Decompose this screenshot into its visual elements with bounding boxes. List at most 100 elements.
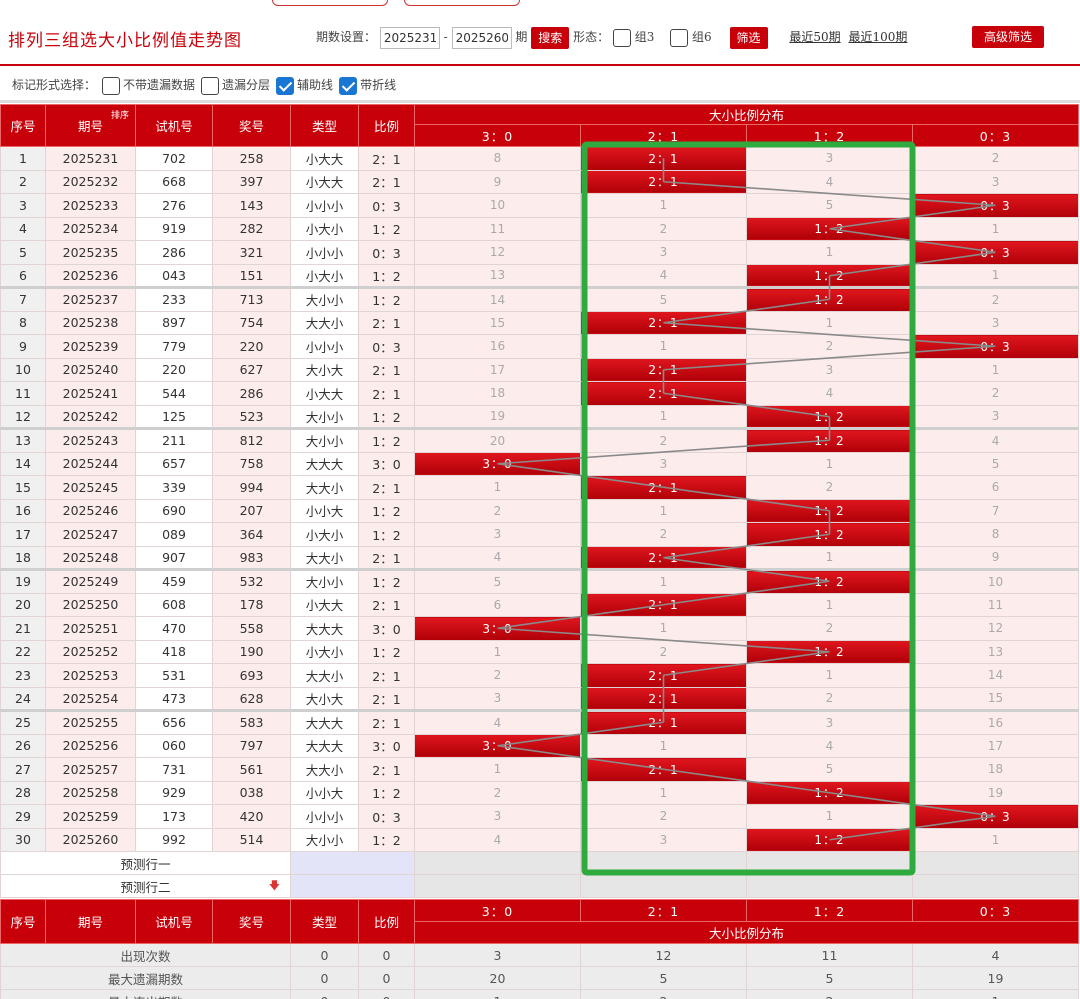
miss-count-cell: 9 (414, 169, 581, 194)
header-distribution: 大小比例分布 (413, 104, 1080, 125)
row-prize: 561 (212, 757, 291, 782)
row-index: 8 (0, 310, 46, 335)
footer-col-30: 3：0 (414, 899, 581, 922)
row-index: 16 (0, 498, 46, 523)
recent50-link[interactable]: 最近50期 (789, 30, 840, 44)
row-type: 小大大 (290, 146, 359, 171)
table-row: 30 2025260 992 514 大小小 1：2 4 3 1：2 1 (0, 827, 1080, 852)
filter-button[interactable]: 筛选 (729, 26, 768, 49)
miss-count-cell: 5 (580, 286, 747, 312)
option-no-miss-checkbox[interactable] (102, 76, 121, 95)
predict-input-cell[interactable] (290, 851, 415, 875)
predict-input-cell[interactable] (290, 874, 415, 898)
predict-cell[interactable] (746, 851, 913, 875)
footer-col-03: 0：3 (912, 899, 1079, 922)
row-type: 大大大 (290, 451, 359, 476)
ratio-hit-cell: 1：2 (746, 827, 913, 852)
group3-checkbox[interactable] (612, 28, 631, 47)
option-guide-checkbox[interactable] (276, 76, 295, 95)
row-ratio: 0：3 (358, 334, 415, 359)
row-index: 1 (0, 146, 46, 171)
header-col-21: 2：1 (580, 124, 747, 147)
miss-count-cell: 18 (414, 381, 581, 406)
table-row: 5 2025235 286 321 小小小 0：3 12 3 1 0：3 (0, 240, 1080, 265)
footer-prize: 奖号 (212, 899, 291, 944)
row-period: 2025252 (45, 639, 136, 664)
row-trial: 657 (135, 451, 213, 476)
row-prize: 532 (212, 568, 291, 594)
predict-cell[interactable] (414, 874, 581, 898)
row-type: 小大小 (290, 216, 359, 241)
row-prize: 628 (212, 686, 291, 711)
row-trial: 897 (135, 310, 213, 335)
row-trial: 211 (135, 427, 213, 453)
period-suffix: 期 (515, 30, 528, 44)
predict-cell[interactable] (414, 851, 581, 875)
row-trial: 220 (135, 357, 213, 382)
predict-row-label[interactable]: 预测行二 🡇 (0, 874, 291, 898)
stats-cell: 2 (746, 989, 913, 999)
row-index: 15 (0, 475, 46, 500)
row-prize: 038 (212, 780, 291, 805)
miss-count-cell: 1 (580, 568, 747, 594)
ratio-hit-cell: 2：1 (580, 545, 747, 570)
row-ratio: 1：2 (358, 639, 415, 664)
predict-row-label[interactable]: 预测行一 (0, 851, 291, 875)
table-row: 23 2025253 531 693 大大小 2：1 2 2：1 1 14 (0, 663, 1080, 688)
miss-count-cell: 3 (414, 804, 581, 829)
top-tab-1[interactable] (272, 0, 388, 6)
predict-cell[interactable] (580, 874, 747, 898)
period-to-input[interactable] (451, 26, 512, 49)
row-prize: 713 (212, 286, 291, 312)
row-prize: 220 (212, 334, 291, 359)
row-period: 2025255 (45, 709, 136, 735)
top-tab-2[interactable] (404, 0, 520, 6)
miss-count-cell: 2 (911, 381, 1080, 406)
miss-count-cell: 2 (911, 286, 1080, 312)
arrow-down-icon[interactable]: 🡇 (269, 877, 280, 896)
row-trial: 702 (135, 146, 213, 171)
miss-count-cell: 3 (911, 169, 1080, 194)
predict-cell[interactable] (746, 874, 913, 898)
sort-icon[interactable]: 排序 (111, 111, 129, 121)
miss-count-cell: 1 (580, 193, 747, 218)
row-prize: 286 (212, 381, 291, 406)
row-trial: 473 (135, 686, 213, 711)
miss-count-cell: 2 (414, 663, 581, 688)
miss-count-cell: 3 (911, 404, 1080, 429)
row-trial: 992 (135, 827, 213, 852)
predict-cell[interactable] (911, 851, 1080, 875)
predict-cell[interactable] (580, 851, 747, 875)
miss-count-cell: 10 (414, 193, 581, 218)
miss-count-cell: 19 (911, 780, 1080, 805)
table-row: 18 2025248 907 983 大大小 2：1 4 2：1 1 9 (0, 545, 1080, 570)
group6-checkbox[interactable] (670, 28, 689, 47)
ratio-hit-cell: 2：1 (580, 663, 747, 688)
ratio-hit-cell: 0：3 (911, 240, 1080, 265)
miss-count-cell: 2 (746, 334, 913, 359)
option-layer-checkbox[interactable] (201, 76, 220, 95)
header-period[interactable]: 期号 排序 (45, 104, 136, 147)
search-button[interactable]: 搜索 (531, 26, 570, 49)
row-prize: 558 (212, 616, 291, 641)
stats-cell: 3 (414, 943, 581, 967)
row-trial: 656 (135, 709, 213, 735)
advanced-filter-button[interactable]: 高级筛选 (972, 26, 1045, 48)
row-type: 小大大 (290, 381, 359, 406)
footer-distribution: 大小比例分布 (414, 921, 1079, 944)
option-line-checkbox[interactable] (339, 76, 358, 95)
row-trial: 779 (135, 334, 213, 359)
ratio-hit-cell: 0：3 (911, 334, 1080, 359)
row-trial: 668 (135, 169, 213, 194)
row-ratio: 1：2 (358, 286, 415, 312)
row-trial: 731 (135, 757, 213, 782)
table-row: 21 2025251 470 558 大大大 3：0 3：0 1 2 12 (0, 616, 1080, 641)
ratio-hit-cell: 1：2 (746, 216, 913, 241)
row-ratio: 1：2 (358, 427, 415, 453)
row-type: 小小小 (290, 240, 359, 265)
period-from-input[interactable] (379, 26, 440, 49)
predict-cell[interactable] (911, 874, 1080, 898)
recent100-link[interactable]: 最近100期 (848, 30, 907, 44)
row-index: 26 (0, 733, 46, 758)
stats-ratio: 0 (358, 966, 415, 990)
